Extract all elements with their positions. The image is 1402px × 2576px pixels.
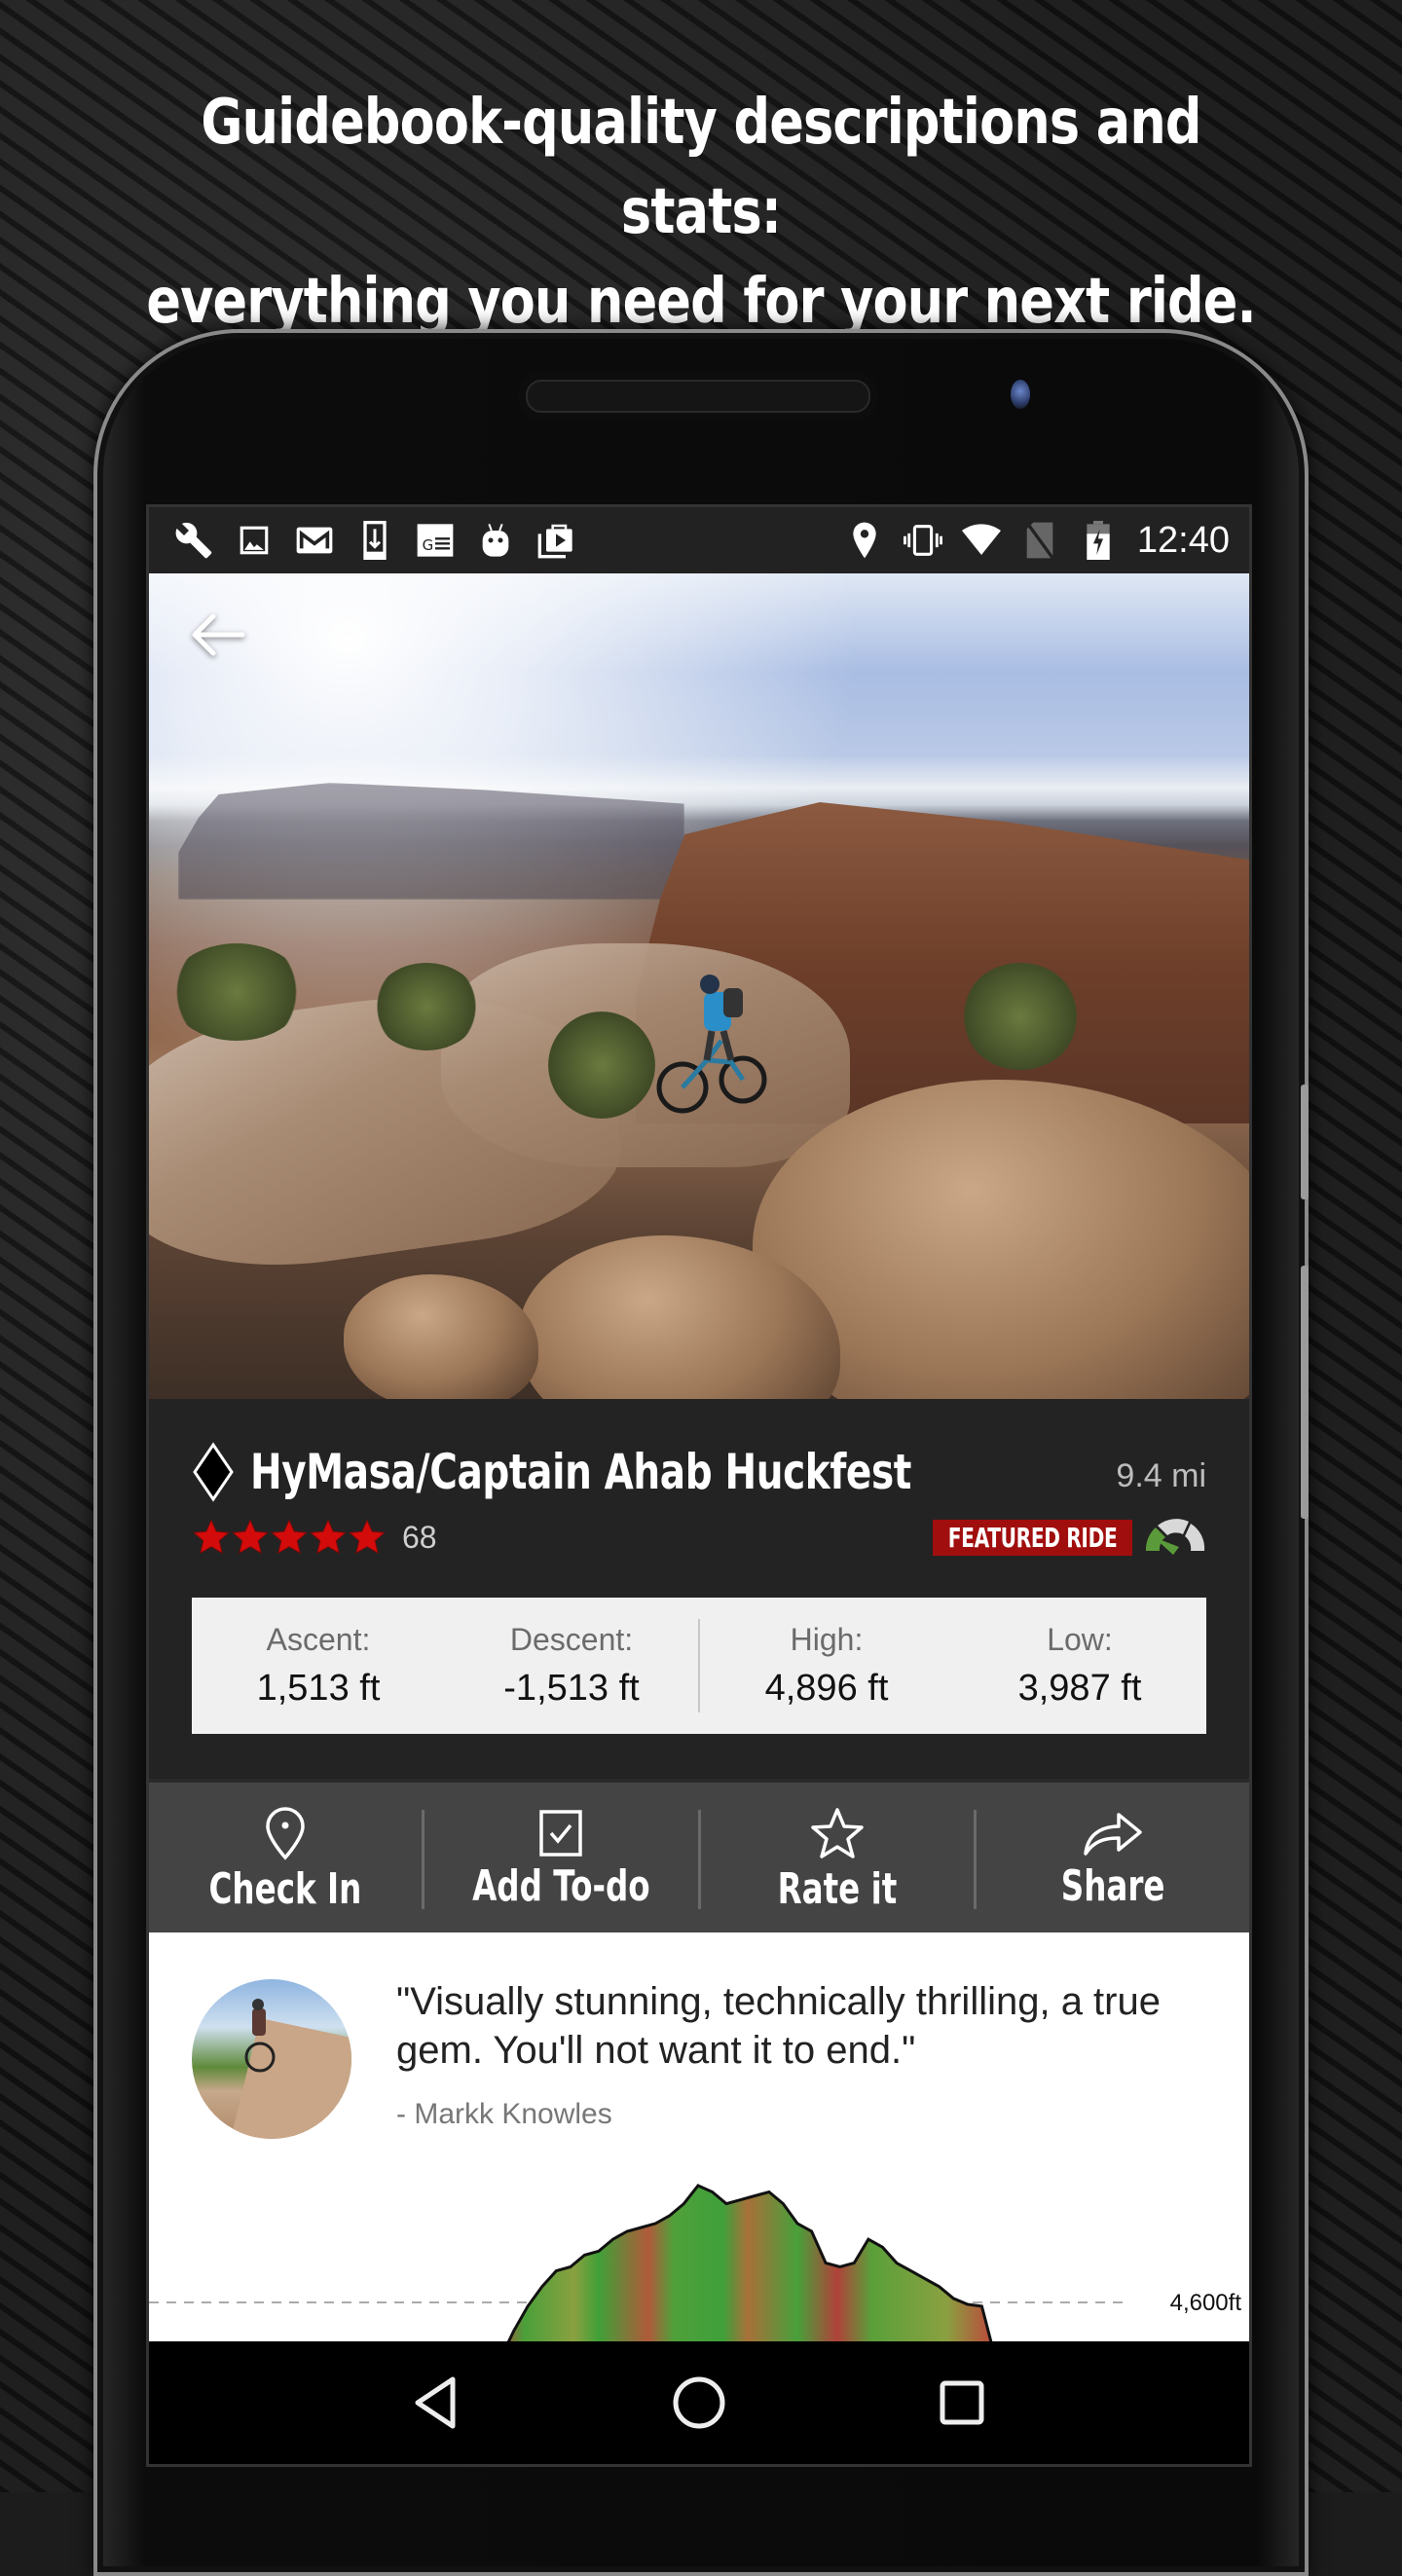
action-bar: Check In Add To-do Rate it Share bbox=[149, 1779, 1249, 1938]
rating-star-icon bbox=[270, 1519, 309, 1555]
rate-it-button[interactable]: Rate it bbox=[701, 1783, 974, 1936]
back-triangle-icon bbox=[415, 2376, 456, 2429]
vibrate-icon bbox=[903, 521, 942, 560]
rating-star-icon bbox=[231, 1519, 270, 1555]
add-todo-button[interactable]: Add To-do bbox=[424, 1783, 697, 1936]
trail-name: HyMasa/Captain Ahab Huckfest bbox=[250, 1444, 912, 1500]
stat-value: -1,513 ft bbox=[503, 1668, 640, 1709]
home-circle-icon bbox=[673, 2376, 725, 2429]
check-in-button[interactable]: Check In bbox=[149, 1783, 422, 1936]
back-button[interactable] bbox=[184, 601, 252, 669]
black-diamond-icon bbox=[193, 1442, 234, 1502]
stat-label: Low: bbox=[1047, 1622, 1113, 1657]
elevation-profile-chart: 4,600ft bbox=[149, 2184, 1242, 2341]
status-bar: G 12:40 bbox=[149, 507, 1249, 573]
stat-value: 1,513 ft bbox=[256, 1668, 381, 1709]
stat-low: Low: 3,987 ft bbox=[953, 1622, 1206, 1710]
share-arrow-icon bbox=[1084, 1812, 1142, 1856]
wifi-icon bbox=[961, 521, 1001, 560]
reference-label: 4,600ft bbox=[1170, 2290, 1242, 2316]
google-news-icon: G bbox=[416, 521, 455, 560]
stat-label: Descent: bbox=[509, 1622, 634, 1657]
far-mesa bbox=[178, 783, 684, 900]
phone-screen: G 12:40 HyMasa/Captain Ahab Huckfest 9.4… bbox=[146, 504, 1252, 2467]
featured-ride-label: FEATURED RIDE bbox=[947, 1522, 1118, 1554]
rating-star-icon bbox=[192, 1519, 231, 1555]
trail-distance: 9.4 mi bbox=[1116, 1457, 1206, 1494]
status-time: 12:40 bbox=[1136, 519, 1230, 561]
stat-ascent: Ascent: 1,513 ft bbox=[192, 1622, 445, 1710]
action-label: Rate it bbox=[777, 1863, 897, 1914]
promo-headline: Guidebook-quality descriptions and stats… bbox=[127, 78, 1276, 347]
download-icon bbox=[355, 521, 394, 560]
action-label: Share bbox=[1060, 1860, 1165, 1911]
elevation-area bbox=[506, 2184, 993, 2341]
share-button[interactable]: Share bbox=[977, 1783, 1249, 1936]
bush bbox=[373, 963, 480, 1050]
star-outline-icon bbox=[810, 1807, 864, 1858]
nav-recents-button[interactable] bbox=[923, 2364, 1001, 2442]
stat-value: 3,987 ft bbox=[1017, 1668, 1142, 1709]
location-icon bbox=[845, 521, 884, 560]
gmail-icon bbox=[295, 521, 334, 560]
recents-square-icon bbox=[940, 2380, 984, 2425]
wrench-icon bbox=[174, 521, 213, 560]
reviewer-avatar bbox=[192, 1979, 351, 2139]
stat-label: Ascent: bbox=[266, 1622, 371, 1657]
mountain-biker bbox=[656, 975, 767, 1114]
rating-star-icon bbox=[348, 1519, 387, 1555]
volume-button bbox=[1301, 1085, 1309, 1199]
headline-line-1: Guidebook-quality descriptions and stats… bbox=[201, 87, 1201, 248]
play-store-icon bbox=[536, 521, 575, 560]
trail-info-panel: HyMasa/Captain Ahab Huckfest 9.4 mi 68 F… bbox=[149, 1399, 1249, 1779]
map-pin-icon bbox=[266, 1806, 305, 1860]
action-label: Check In bbox=[208, 1863, 362, 1914]
trail-hero-photo bbox=[149, 573, 1249, 1399]
stat-label: High: bbox=[790, 1622, 864, 1657]
bush bbox=[548, 1012, 655, 1119]
review-author: - Markk Knowles bbox=[396, 2098, 612, 2130]
boulder-small bbox=[344, 1274, 538, 1399]
rating-count: 68 bbox=[402, 1519, 437, 1555]
elevation-stats: Ascent: 1,513 ft Descent: -1,513 ft High… bbox=[192, 1598, 1206, 1734]
phone-camera bbox=[1011, 380, 1030, 409]
power-button bbox=[1301, 1266, 1309, 1519]
difficulty-gauge-icon bbox=[1145, 1519, 1205, 1555]
review-quote: "Visually stunning, technically thrillin… bbox=[396, 1980, 1161, 2072]
bush bbox=[962, 963, 1079, 1070]
stat-descent: Descent: -1,513 ft bbox=[445, 1622, 698, 1710]
star-rating bbox=[192, 1518, 387, 1557]
stat-value: 4,896 ft bbox=[764, 1668, 889, 1709]
review-section: "Visually stunning, technically thrillin… bbox=[149, 1932, 1249, 2341]
action-label: Add To-do bbox=[472, 1860, 650, 1911]
no-sim-icon bbox=[1020, 521, 1059, 560]
nav-home-button[interactable] bbox=[660, 2364, 738, 2442]
checkbox-icon bbox=[539, 1809, 583, 1857]
bush bbox=[168, 943, 305, 1041]
arrow-left-icon bbox=[192, 613, 245, 656]
rating-star-icon bbox=[309, 1519, 348, 1555]
android-nav-bar bbox=[149, 2341, 1249, 2464]
nav-back-button[interactable] bbox=[397, 2364, 475, 2442]
battery-charging-icon bbox=[1079, 521, 1118, 560]
image-icon bbox=[235, 521, 274, 560]
featured-ride-badge: FEATURED RIDE bbox=[932, 1520, 1132, 1556]
phone-speaker bbox=[526, 380, 870, 413]
android-icon bbox=[476, 521, 515, 560]
stat-high: High: 4,896 ft bbox=[700, 1622, 953, 1710]
svg-text:G: G bbox=[423, 536, 434, 554]
rating-row: 68 bbox=[192, 1518, 437, 1557]
